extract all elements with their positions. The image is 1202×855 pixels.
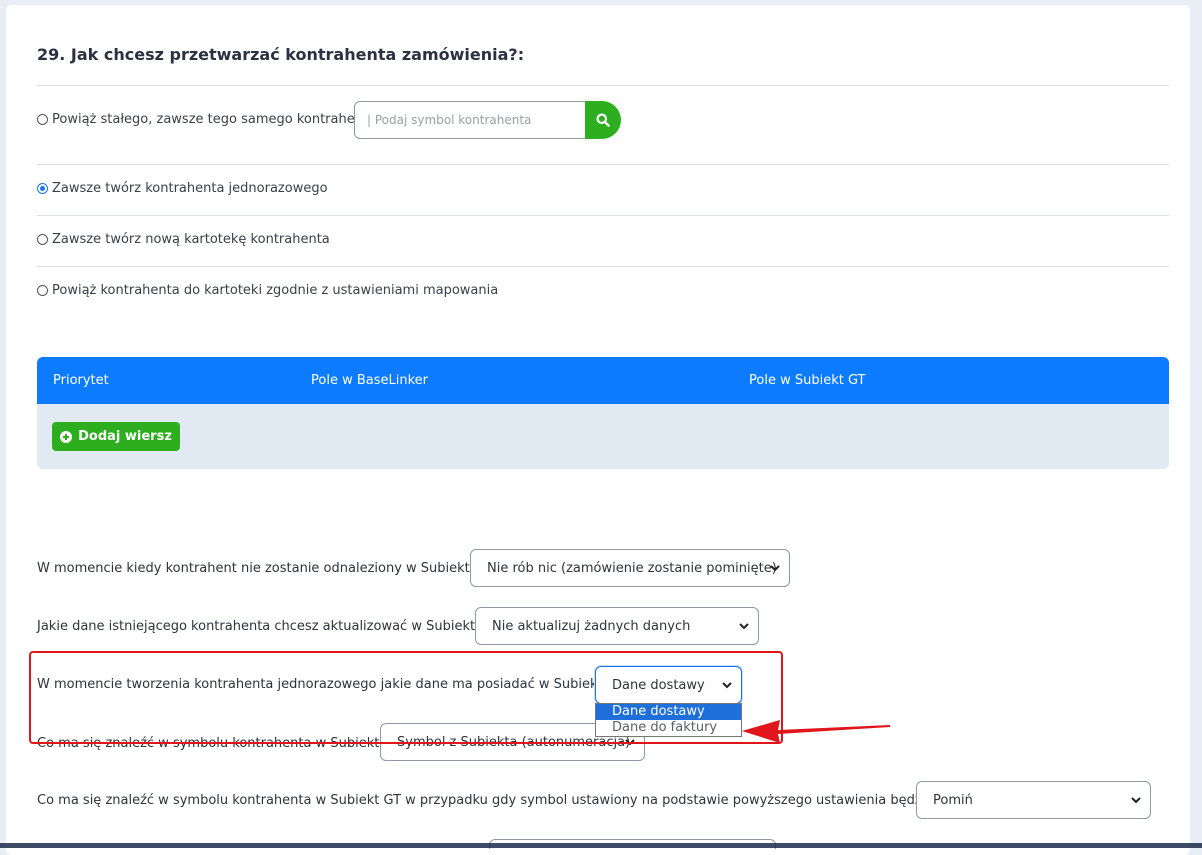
- option-label: Powiąż kontrahenta do kartoteki zgodnie …: [52, 283, 499, 298]
- select-value: Nie rób nic (zamówienie zostanie pominię…: [487, 560, 777, 576]
- not-found-action-label: W momencie kiedy kontrahent nie zostanie…: [37, 561, 495, 576]
- empty-symbol-fallback-select[interactable]: Pomiń: [916, 781, 1151, 819]
- not-found-action-select[interactable]: Nie rób nic (zamówienie zostanie pominię…: [470, 549, 790, 587]
- option-one-time-contractor[interactable]: Zawsze twórz kontrahenta jednorazowego: [37, 181, 328, 196]
- plus-circle-icon: [60, 430, 73, 443]
- one-time-data-dropdown-list: Dane dostawy Dane do faktury: [595, 703, 742, 737]
- radio-fixed-contractor[interactable]: [37, 114, 48, 125]
- search-button[interactable]: [585, 101, 621, 139]
- contractor-search: [354, 101, 621, 139]
- divider: [37, 215, 1169, 216]
- option-fixed-contractor[interactable]: Powiąż stałego, zawsze tego samego kontr…: [37, 112, 376, 127]
- chevron-down-icon: [1131, 797, 1141, 804]
- mapping-table-header: Priorytet Pole w BaseLinker Pole w Subie…: [37, 357, 1169, 404]
- option-label: Zawsze twórz nową kartotekę kontrahenta: [52, 232, 330, 247]
- option-label: Powiąż stałego, zawsze tego samego kontr…: [52, 112, 377, 127]
- dropdown-option-delivery[interactable]: Dane dostawy: [596, 704, 741, 720]
- update-data-select[interactable]: Nie aktualizuj żadnych danych: [475, 607, 759, 645]
- search-icon: [596, 113, 610, 127]
- radio-one-time-contractor[interactable]: [37, 183, 48, 194]
- radio-new-contractor-card[interactable]: [37, 234, 48, 245]
- radio-mapping-contractor[interactable]: [37, 285, 48, 296]
- contractor-symbol-input[interactable]: [354, 101, 594, 139]
- empty-symbol-fallback-label: Co ma się znaleźć w symbolu kontrahenta …: [37, 793, 974, 808]
- select-value: Nie aktualizuj żadnych danych: [492, 618, 691, 634]
- add-row-button[interactable]: Dodaj wiersz: [52, 422, 180, 451]
- divider: [37, 164, 1169, 165]
- column-header-priority: Priorytet: [53, 373, 109, 388]
- column-header-baselinker-field: Pole w BaseLinker: [311, 373, 428, 388]
- add-row-label: Dodaj wiersz: [78, 429, 172, 444]
- mapping-table-body: Dodaj wiersz: [37, 404, 1169, 469]
- option-mapping-contractor[interactable]: Powiąż kontrahenta do kartoteki zgodnie …: [37, 283, 498, 298]
- option-new-contractor-card[interactable]: Zawsze twórz nową kartotekę kontrahenta: [37, 232, 330, 247]
- chevron-down-icon: [770, 565, 780, 572]
- dropdown-option-invoice[interactable]: Dane do faktury: [596, 720, 741, 736]
- update-data-label: Jakie dane istniejącego kontrahenta chce…: [37, 619, 500, 634]
- option-label: Zawsze twórz kontrahenta jednorazowego: [52, 181, 328, 196]
- annotation-arrow-icon: [742, 720, 890, 743]
- question-title: 29. Jak chcesz przetwarzać kontrahenta z…: [37, 45, 525, 64]
- column-header-subiekt-field: Pole w Subiekt GT: [749, 373, 866, 388]
- page-bottom-edge: [0, 843, 1202, 848]
- divider: [37, 85, 1169, 86]
- divider: [37, 266, 1169, 267]
- chevron-down-icon: [739, 623, 749, 630]
- select-value: Pomiń: [933, 792, 973, 808]
